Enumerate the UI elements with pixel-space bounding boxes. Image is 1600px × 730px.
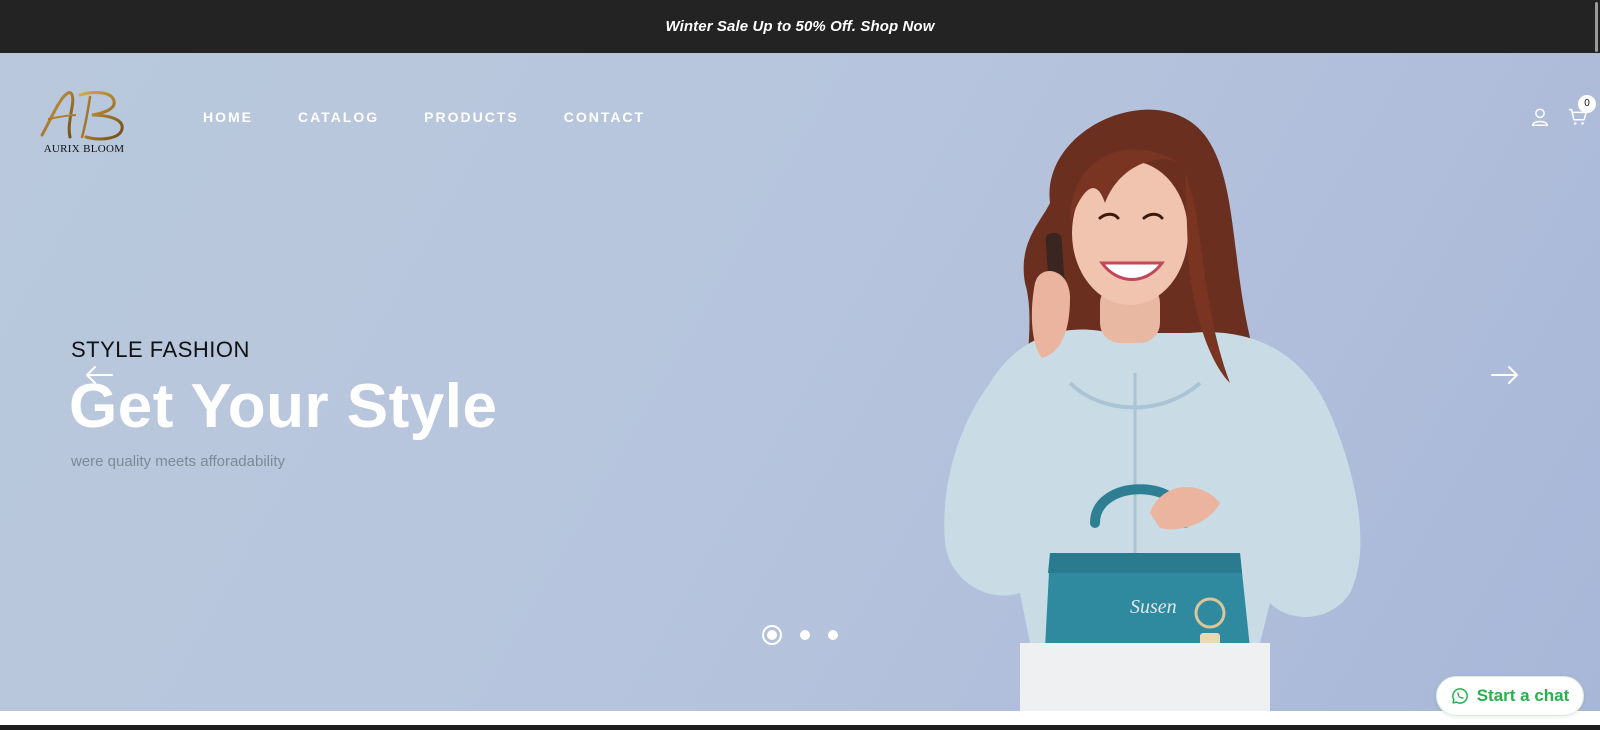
section-divider [0,725,1600,730]
hero-bottom-spacer [0,711,1600,725]
nav-item-contact[interactable]: CONTACT [564,109,645,125]
start-chat-label: Start a chat [1476,686,1570,705]
hero-model-image: Susen [944,109,1361,711]
nav-item-catalog[interactable]: CATALOG [298,109,379,125]
logo-monogram-icon [40,91,124,141]
nav-item-products[interactable]: PRODUCTS [424,109,519,125]
hero-eyebrow: STYLE FASHION [71,337,250,362]
whatsapp-icon [1451,688,1468,704]
hero-subline: were quality meets afforadability [71,453,285,470]
page-scrollbar[interactable] [1595,2,1598,52]
announcement-bar: Winter Sale Up to 50% Off. Shop Now [0,0,1600,53]
bag-brand-label: Susen [1130,596,1177,618]
arrow-left-icon[interactable] [84,363,114,387]
announcement-link[interactable]: Winter Sale Up to 50% Off. Shop Now [666,18,935,35]
slider-dot-3[interactable] [828,630,838,640]
main-nav: HOME CATALOG PRODUCTS CONTACT [203,109,645,125]
slider-dots [762,625,838,645]
slider-dot-1[interactable] [762,625,782,645]
slider-dot-2[interactable] [800,630,810,640]
brand-name: AURIX BLOOM [43,143,125,155]
user-icon[interactable] [1529,106,1551,128]
arrow-right-icon[interactable] [1490,363,1520,387]
brand-logo[interactable]: AURIX BLOOM [34,87,134,157]
cart-count-badge: 0 [1578,95,1596,113]
start-chat-button[interactable]: Start a chat [1436,676,1584,716]
nav-item-home[interactable]: HOME [203,109,253,125]
hero-slider: AURIX BLOOM HOME CATALOG PRODUCTS CONTAC… [0,53,1600,711]
hero-headline: Get Your Style [69,372,498,441]
